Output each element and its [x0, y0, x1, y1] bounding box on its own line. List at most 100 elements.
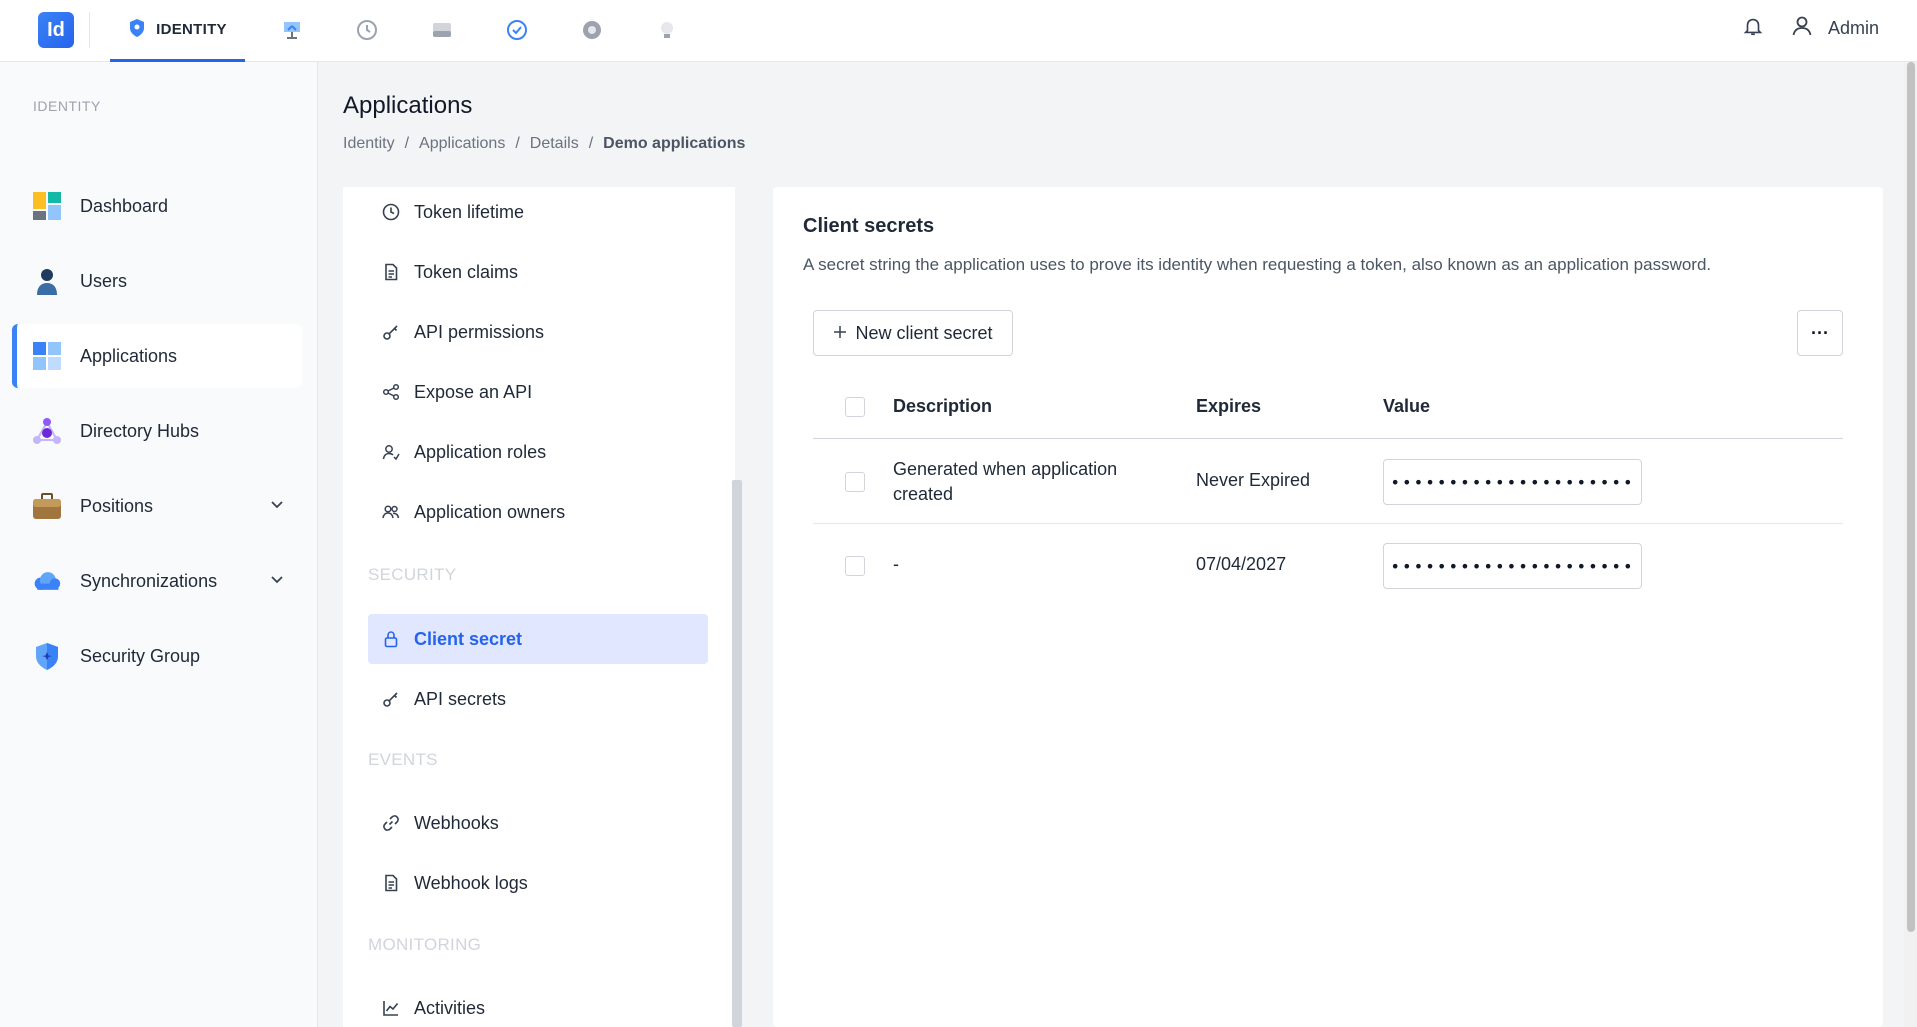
secret-value-field[interactable]: •••••••••••••••••••••	[1383, 543, 1642, 589]
history-icon[interactable]	[353, 16, 381, 44]
submenu-item-label: Client secret	[414, 628, 523, 649]
submenu-heading-security: SECURITY	[368, 565, 457, 584]
submenu-item-label: Activities	[414, 997, 486, 1018]
user-menu[interactable]: Admin	[1790, 14, 1879, 43]
key-icon	[380, 688, 402, 710]
monitor-icon[interactable]	[278, 16, 306, 44]
sidebar-item-applications[interactable]: Applications	[12, 324, 302, 388]
row-expires: 07/04/2027	[1196, 554, 1287, 574]
row-description-line: created	[893, 484, 954, 504]
table-header: Description Expires Value	[813, 375, 1843, 439]
sidebar-heading: IDENTITY	[33, 98, 101, 114]
row-expires: Never Expired	[1196, 470, 1311, 490]
sidebar-item-label: Synchronizations	[80, 570, 218, 591]
submenu-item-token-lifetime[interactable]: Token lifetime	[368, 187, 708, 237]
lock-icon	[380, 628, 402, 650]
row-description-line: Generated when application	[893, 459, 1118, 479]
submenu-item-client-secret[interactable]: Client secret	[368, 614, 708, 664]
submenu-item-activities[interactable]: Activities	[368, 983, 708, 1027]
submenu-item-label: Token lifetime	[414, 201, 525, 222]
dashboard-icon	[32, 191, 62, 221]
app-settings-menu: Token lifetime Token claims API permissi…	[343, 187, 735, 1027]
cloud-sync-icon	[32, 566, 62, 596]
sidebar-item-label: Users	[80, 270, 128, 291]
key-icon	[380, 321, 402, 343]
breadcrumb-item[interactable]: Applications	[419, 135, 505, 153]
submenu-item-label: Expose an API	[414, 381, 533, 402]
row-checkbox[interactable]	[845, 472, 865, 492]
submenu-item-label: Application roles	[414, 441, 547, 462]
submenu-item-api-permissions[interactable]: API permissions	[368, 307, 708, 357]
top-bar: Id IDENTITY Admin	[0, 0, 1917, 62]
sidebar-item-label: Positions	[80, 495, 154, 516]
column-header-value: Value	[1383, 396, 1431, 416]
submenu-item-token-claims[interactable]: Token claims	[368, 247, 708, 297]
submenu-item-label: API permissions	[414, 321, 545, 342]
storage-icon[interactable]	[428, 16, 456, 44]
bell-icon[interactable]	[1742, 15, 1764, 42]
new-client-secret-label: New client secret	[855, 322, 993, 343]
breadcrumb: Identity / Applications / Details / Demo…	[343, 135, 745, 153]
share-icon	[380, 381, 402, 403]
users-icon	[380, 501, 402, 523]
submenu-heading-monitoring: MONITORING	[368, 935, 482, 954]
row-description: -	[893, 554, 899, 574]
row-description: Generated when application created	[893, 457, 1117, 507]
tab-identity-label: IDENTITY	[156, 21, 227, 38]
breadcrumb-item[interactable]: Details	[530, 135, 579, 153]
submenu-item-label: API secrets	[414, 688, 507, 709]
client-secrets-panel: Client secrets A secret string the appli…	[773, 187, 1883, 1027]
breadcrumb-separator: /	[404, 135, 410, 152]
sidebar-item-label: Dashboard	[80, 195, 169, 216]
user-icon	[1790, 14, 1814, 43]
submenu-item-application-roles[interactable]: Application roles	[368, 427, 708, 477]
sidebar-item-synchronizations[interactable]: Synchronizations	[12, 549, 302, 613]
submenu-item-label: Application owners	[414, 501, 566, 522]
submenu-item-label: Webhook logs	[414, 872, 528, 893]
sidebar-item-directory-hubs[interactable]: Directory Hubs	[12, 399, 302, 463]
section-description: A secret string the application uses to …	[803, 255, 1712, 274]
table-row: Generated when application created Never…	[813, 440, 1843, 524]
submenu-item-webhooks[interactable]: Webhooks	[368, 798, 708, 848]
document-icon	[380, 872, 402, 894]
sidebar-item-security-group[interactable]: Security Group	[12, 624, 302, 688]
new-client-secret-button[interactable]: New client secret	[813, 310, 1013, 356]
row-checkbox[interactable]	[845, 556, 865, 576]
column-header-expires: Expires	[1196, 396, 1262, 416]
lightbulb-icon[interactable]	[653, 16, 681, 44]
apps-icon	[32, 341, 62, 371]
document-icon	[380, 261, 402, 283]
submenu-item-webhook-logs[interactable]: Webhook logs	[368, 858, 708, 908]
user-name: Admin	[1827, 18, 1879, 38]
chart-line-icon	[380, 997, 402, 1019]
sidebar-item-label: Applications	[80, 345, 178, 366]
settings-icon[interactable]	[578, 16, 606, 44]
plus-icon	[833, 323, 847, 344]
shield-icon	[128, 18, 146, 42]
submenu-heading-events: EVENTS	[368, 750, 438, 769]
briefcase-icon	[32, 491, 62, 521]
submenu-scrollbar[interactable]	[732, 480, 742, 1027]
submenu-item-application-owners[interactable]: Application owners	[368, 487, 708, 537]
sidebar-item-positions[interactable]: Positions	[12, 474, 302, 538]
app-logo[interactable]: Id	[38, 12, 74, 48]
sidebar-item-dashboard[interactable]: Dashboard	[12, 174, 302, 238]
submenu-item-expose-api[interactable]: Expose an API	[368, 367, 708, 417]
check-badge-icon[interactable]	[503, 16, 531, 44]
submenu-item-label: Webhooks	[414, 812, 499, 833]
sidebar: IDENTITY Dashboard Users Applications Di…	[0, 62, 318, 1027]
select-all-checkbox[interactable]	[845, 397, 865, 417]
shield-icon	[32, 641, 62, 671]
more-options-button[interactable]: ···	[1797, 310, 1843, 356]
divider	[89, 12, 90, 48]
page-scrollbar[interactable]	[1907, 62, 1915, 932]
breadcrumb-item[interactable]: Identity	[343, 135, 395, 153]
column-header-description: Description	[893, 396, 993, 416]
tab-identity[interactable]: IDENTITY	[110, 0, 245, 62]
secret-value-field[interactable]: •••••••••••••••••••••	[1383, 459, 1642, 505]
breadcrumb-separator: /	[515, 135, 520, 152]
chevron-down-icon[interactable]	[270, 496, 284, 517]
chevron-down-icon[interactable]	[270, 571, 284, 592]
submenu-item-api-secrets[interactable]: API secrets	[368, 674, 708, 724]
sidebar-item-users[interactable]: Users	[12, 249, 302, 313]
